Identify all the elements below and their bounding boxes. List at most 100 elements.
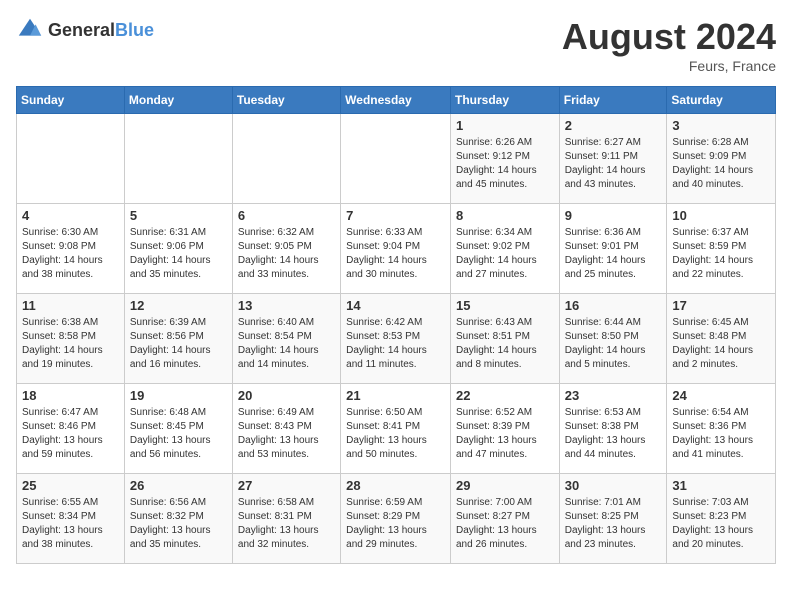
calendar-cell: 10 Sunrise: 6:37 AM Sunset: 8:59 PM Dayli… — [667, 204, 776, 294]
day-info: Sunrise: 6:38 AM Sunset: 8:58 PM Dayligh… — [22, 316, 119, 372]
day-number: 22 — [456, 388, 554, 403]
weekday-header-wednesday: Wednesday — [341, 87, 451, 114]
weekday-header-thursday: Thursday — [450, 87, 559, 114]
calendar-week-row: 4Sunrise: 6:30 AM Sunset: 9:08 PM Daylig… — [17, 204, 776, 294]
day-number: 6 — [238, 208, 335, 223]
calendar-cell: 15 Sunrise: 6:43 AM Sunset: 8:51 PM Dayli… — [450, 294, 559, 384]
day-number: 12 — [130, 298, 227, 313]
calendar-week-row: 1 Sunrise: 6:26 AM Sunset: 9:12 PM Daylig… — [17, 114, 776, 204]
calendar-cell: 2 Sunrise: 6:27 AM Sunset: 9:11 PM Daylig… — [559, 114, 667, 204]
day-info: Sunrise: 6:48 AM Sunset: 8:45 PM Dayligh… — [130, 406, 227, 462]
month-year-title: August 2024 — [562, 16, 776, 58]
calendar-cell: 28 Sunrise: 6:59 AM Sunset: 8:29 PM Dayli… — [341, 474, 451, 564]
calendar-cell: 17 Sunrise: 6:45 AM Sunset: 8:48 PM Dayli… — [667, 294, 776, 384]
calendar-cell: 26Sunrise: 6:56 AM Sunset: 8:32 PM Dayli… — [124, 474, 232, 564]
day-info: Sunrise: 6:44 AM Sunset: 8:50 PM Dayligh… — [565, 316, 662, 372]
day-number: 3 — [672, 118, 770, 133]
calendar-body: 1 Sunrise: 6:26 AM Sunset: 9:12 PM Daylig… — [17, 114, 776, 564]
calendar-week-row: 11 Sunrise: 6:38 AM Sunset: 8:58 PM Dayli… — [17, 294, 776, 384]
calendar-week-row: 18 Sunrise: 6:47 AM Sunset: 8:46 PM Dayli… — [17, 384, 776, 474]
logo-text-general: General — [48, 20, 115, 40]
day-number: 16 — [565, 298, 662, 313]
day-info: Sunrise: 6:52 AM Sunset: 8:39 PM Dayligh… — [456, 406, 554, 462]
calendar-cell: 25 Sunrise: 6:55 AM Sunset: 8:34 PM Dayli… — [17, 474, 125, 564]
calendar-cell: 8Sunrise: 6:34 AM Sunset: 9:02 PM Daylig… — [450, 204, 559, 294]
calendar-cell: 11 Sunrise: 6:38 AM Sunset: 8:58 PM Dayli… — [17, 294, 125, 384]
calendar-table: SundayMondayTuesdayWednesdayThursdayFrid… — [16, 86, 776, 564]
day-number: 21 — [346, 388, 445, 403]
day-info: Sunrise: 6:34 AM Sunset: 9:02 PM Dayligh… — [456, 226, 554, 282]
weekday-header-sunday: Sunday — [17, 87, 125, 114]
day-number: 17 — [672, 298, 770, 313]
day-info: Sunrise: 6:47 AM Sunset: 8:46 PM Dayligh… — [22, 406, 119, 462]
day-number: 15 — [456, 298, 554, 313]
day-info: Sunrise: 6:36 AM Sunset: 9:01 PM Dayligh… — [565, 226, 662, 282]
calendar-cell — [341, 114, 451, 204]
calendar-cell: 31Sunrise: 7:03 AM Sunset: 8:23 PM Dayli… — [667, 474, 776, 564]
day-number: 19 — [130, 388, 227, 403]
title-block: August 2024 Feurs, France — [562, 16, 776, 74]
calendar-cell: 16 Sunrise: 6:44 AM Sunset: 8:50 PM Dayli… — [559, 294, 667, 384]
calendar-cell: 9Sunrise: 6:36 AM Sunset: 9:01 PM Daylig… — [559, 204, 667, 294]
day-number: 13 — [238, 298, 335, 313]
day-number: 4 — [22, 208, 119, 223]
day-info: Sunrise: 6:53 AM Sunset: 8:38 PM Dayligh… — [565, 406, 662, 462]
day-info: Sunrise: 6:40 AM Sunset: 8:54 PM Dayligh… — [238, 316, 335, 372]
day-number: 14 — [346, 298, 445, 313]
calendar-cell: 13 Sunrise: 6:40 AM Sunset: 8:54 PM Dayli… — [232, 294, 340, 384]
day-number: 30 — [565, 478, 662, 493]
day-info: Sunrise: 6:39 AM Sunset: 8:56 PM Dayligh… — [130, 316, 227, 372]
location-label: Feurs, France — [562, 58, 776, 74]
day-info: Sunrise: 6:26 AM Sunset: 9:12 PM Dayligh… — [456, 136, 554, 192]
page-header: GeneralBlue August 2024 Feurs, France — [16, 16, 776, 74]
day-number: 5 — [130, 208, 227, 223]
calendar-cell — [124, 114, 232, 204]
day-number: 28 — [346, 478, 445, 493]
day-number: 18 — [22, 388, 119, 403]
calendar-cell: 4Sunrise: 6:30 AM Sunset: 9:08 PM Daylig… — [17, 204, 125, 294]
day-info: Sunrise: 6:58 AM Sunset: 8:31 PM Dayligh… — [238, 496, 335, 552]
day-info: Sunrise: 6:32 AM Sunset: 9:05 PM Dayligh… — [238, 226, 335, 282]
day-number: 20 — [238, 388, 335, 403]
calendar-cell — [232, 114, 340, 204]
day-number: 23 — [565, 388, 662, 403]
calendar-cell: 18 Sunrise: 6:47 AM Sunset: 8:46 PM Dayli… — [17, 384, 125, 474]
day-info: Sunrise: 6:45 AM Sunset: 8:48 PM Dayligh… — [672, 316, 770, 372]
day-info: Sunrise: 6:54 AM Sunset: 8:36 PM Dayligh… — [672, 406, 770, 462]
weekday-header-saturday: Saturday — [667, 87, 776, 114]
day-number: 10 — [672, 208, 770, 223]
day-info: Sunrise: 7:00 AM Sunset: 8:27 PM Dayligh… — [456, 496, 554, 552]
day-info: Sunrise: 6:33 AM Sunset: 9:04 PM Dayligh… — [346, 226, 445, 282]
calendar-cell: 1 Sunrise: 6:26 AM Sunset: 9:12 PM Daylig… — [450, 114, 559, 204]
calendar-cell: 27 Sunrise: 6:58 AM Sunset: 8:31 PM Dayli… — [232, 474, 340, 564]
calendar-cell: 29Sunrise: 7:00 AM Sunset: 8:27 PM Dayli… — [450, 474, 559, 564]
day-number: 1 — [456, 118, 554, 133]
logo-text-blue: Blue — [115, 20, 154, 40]
day-info: Sunrise: 6:37 AM Sunset: 8:59 PM Dayligh… — [672, 226, 770, 282]
calendar-cell — [17, 114, 125, 204]
day-info: Sunrise: 6:27 AM Sunset: 9:11 PM Dayligh… — [565, 136, 662, 192]
calendar-cell: 6 Sunrise: 6:32 AM Sunset: 9:05 PM Daylig… — [232, 204, 340, 294]
day-number: 24 — [672, 388, 770, 403]
day-number: 2 — [565, 118, 662, 133]
day-number: 11 — [22, 298, 119, 313]
weekday-header-tuesday: Tuesday — [232, 87, 340, 114]
calendar-cell: 20Sunrise: 6:49 AM Sunset: 8:43 PM Dayli… — [232, 384, 340, 474]
calendar-cell: 19 Sunrise: 6:48 AM Sunset: 8:45 PM Dayli… — [124, 384, 232, 474]
day-info: Sunrise: 6:42 AM Sunset: 8:53 PM Dayligh… — [346, 316, 445, 372]
day-info: Sunrise: 6:28 AM Sunset: 9:09 PM Dayligh… — [672, 136, 770, 192]
day-number: 25 — [22, 478, 119, 493]
day-info: Sunrise: 6:31 AM Sunset: 9:06 PM Dayligh… — [130, 226, 227, 282]
weekday-header-friday: Friday — [559, 87, 667, 114]
day-info: Sunrise: 6:55 AM Sunset: 8:34 PM Dayligh… — [22, 496, 119, 552]
calendar-cell: 14 Sunrise: 6:42 AM Sunset: 8:53 PM Dayli… — [341, 294, 451, 384]
day-info: Sunrise: 6:43 AM Sunset: 8:51 PM Dayligh… — [456, 316, 554, 372]
calendar-cell: 22 Sunrise: 6:52 AM Sunset: 8:39 PM Dayli… — [450, 384, 559, 474]
day-info: Sunrise: 6:50 AM Sunset: 8:41 PM Dayligh… — [346, 406, 445, 462]
day-number: 26 — [130, 478, 227, 493]
day-number: 27 — [238, 478, 335, 493]
day-number: 7 — [346, 208, 445, 223]
day-info: Sunrise: 6:59 AM Sunset: 8:29 PM Dayligh… — [346, 496, 445, 552]
day-info: Sunrise: 7:03 AM Sunset: 8:23 PM Dayligh… — [672, 496, 770, 552]
calendar-header: SundayMondayTuesdayWednesdayThursdayFrid… — [17, 87, 776, 114]
